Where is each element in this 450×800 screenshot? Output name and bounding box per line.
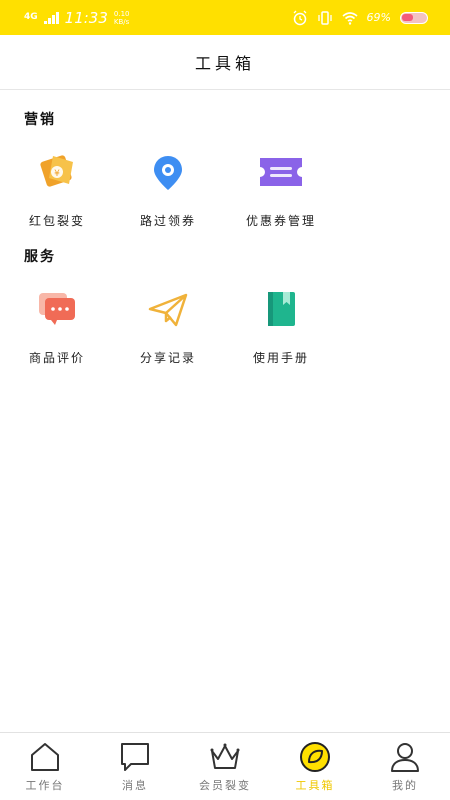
nav-toolbox[interactable]: 工具箱 <box>270 733 360 800</box>
nav-mine[interactable]: 我的 <box>360 733 450 800</box>
toolbox-icon <box>299 741 331 773</box>
coupon-icon <box>255 150 307 194</box>
network-speed: 0.10 KB/s <box>114 10 130 26</box>
clock: 11:33 <box>64 8 108 27</box>
profile-icon <box>389 741 421 773</box>
message-icon <box>119 741 151 773</box>
page-header: 工具箱 <box>0 35 450 90</box>
tool-label: 使用手册 <box>252 351 309 365</box>
network-type: 4G <box>24 12 38 22</box>
nav-label: 会员裂变 <box>199 779 251 792</box>
tool-coupon-manage[interactable]: 优惠券管理 <box>231 150 331 229</box>
svg-text:¥: ¥ <box>54 169 60 179</box>
tool-label: 红包裂变 <box>28 214 85 228</box>
nav-member-fission[interactable]: 会员裂变 <box>180 733 270 800</box>
page-title: 工具箱 <box>194 54 255 73</box>
home-icon <box>29 741 61 773</box>
chat-bubble-icon <box>35 287 79 331</box>
tool-red-packet[interactable]: ¥ 红包裂变 <box>7 150 107 229</box>
signal-icon <box>43 11 59 24</box>
tool-label: 商品评价 <box>28 351 85 365</box>
tool-label: 优惠券管理 <box>245 214 316 228</box>
tool-share-record[interactable]: 分享记录 <box>118 287 218 366</box>
network-indicator: 4G <box>24 13 38 22</box>
location-pin-icon <box>146 150 190 194</box>
nav-label: 工具箱 <box>295 779 335 792</box>
battery-icon <box>400 11 428 24</box>
vibrate-icon <box>317 10 332 25</box>
tool-user-manual[interactable]: 使用手册 <box>231 287 331 366</box>
tool-location-coupon[interactable]: 路过领券 <box>118 150 218 229</box>
service-tools: 商品评价 分享记录 使用手册 <box>0 287 450 377</box>
marketing-tools: ¥ 红包裂变 路过领券 优惠券管理 <box>0 150 450 240</box>
section-title-service: 服务 <box>24 249 56 265</box>
alarm-icon <box>293 10 307 25</box>
paper-plane-icon <box>146 287 190 331</box>
nav-label: 我的 <box>392 779 418 792</box>
battery-percent: 69% <box>366 11 391 24</box>
tool-product-review[interactable]: 商品评价 <box>7 287 107 366</box>
manual-book-icon <box>259 287 303 331</box>
red-packet-icon: ¥ <box>35 150 79 194</box>
nav-workbench[interactable]: 工作台 <box>0 733 90 800</box>
status-left: 4G 11:33 0.10 KB/s <box>24 9 129 27</box>
tool-label: 路过领券 <box>139 214 196 228</box>
tool-label: 分享记录 <box>139 351 196 365</box>
nav-messages[interactable]: 消息 <box>90 733 180 800</box>
status-bar: 4G 11:33 0.10 KB/s 69% <box>0 0 450 35</box>
speed-unit: KB/s <box>113 17 130 26</box>
nav-label: 工作台 <box>25 779 65 792</box>
crown-icon <box>209 741 241 773</box>
bottom-nav: 工作台 消息 会员裂变 工具箱 我的 <box>0 732 450 800</box>
section-title-marketing: 营销 <box>24 112 56 128</box>
nav-label: 消息 <box>122 779 148 792</box>
status-right: 69% <box>292 10 428 26</box>
wifi-icon <box>342 11 358 25</box>
speed-value: 0.10 <box>113 9 130 18</box>
